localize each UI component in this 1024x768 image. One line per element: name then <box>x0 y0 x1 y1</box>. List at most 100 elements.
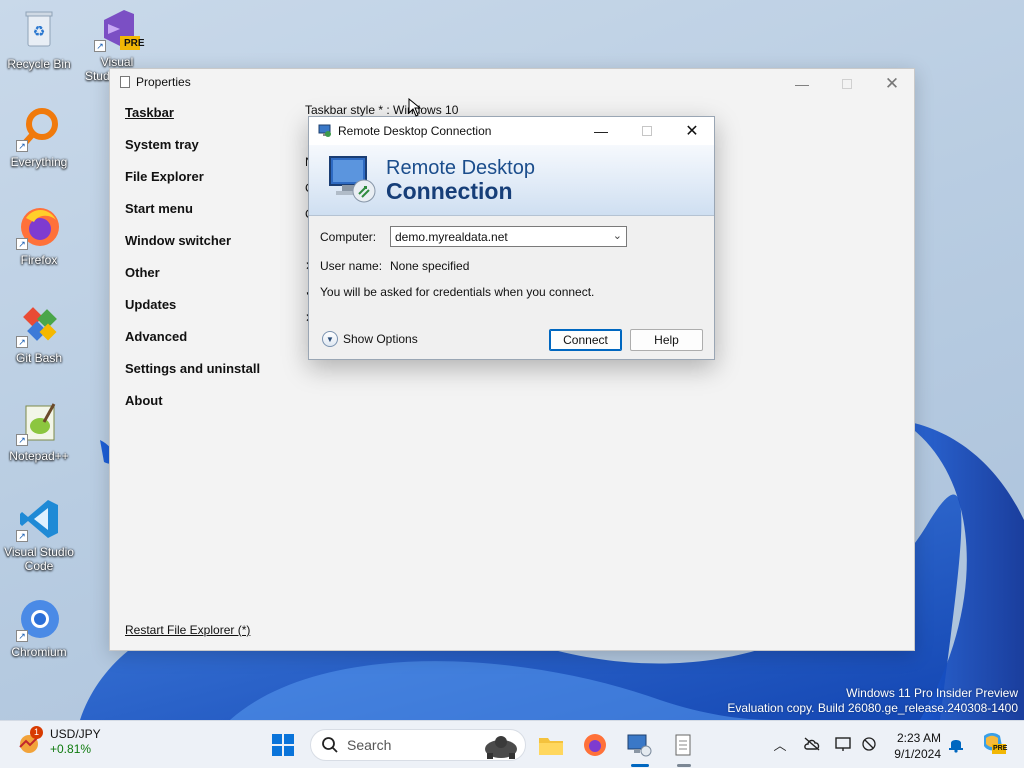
remote-desktop-dialog: Remote Desktop Connection — ✕ Remote Des… <box>308 116 715 360</box>
chevron-down-icon[interactable]: ⌄ <box>613 229 622 242</box>
shortcut-arrow-icon: ↗ <box>16 238 28 250</box>
notifications-button[interactable] <box>945 733 967 755</box>
rdp-body: Computer: demo.myrealdata.net ⌄ User nam… <box>309 216 714 359</box>
windows-logo-icon <box>272 734 294 756</box>
taskbar-firefox[interactable] <box>579 729 611 761</box>
notification-badge: 1 <box>30 726 43 739</box>
nav-item-file-explorer[interactable]: File Explorer <box>125 169 260 201</box>
close-button[interactable]: ✕ <box>870 71 914 97</box>
credentials-info: You will be asked for credentials when y… <box>320 285 595 299</box>
rdp-close-button[interactable]: ✕ <box>669 117 715 145</box>
minimize-icon: — <box>795 76 809 92</box>
nav-item-about[interactable]: About <box>125 393 260 425</box>
weather-widget[interactable]: 1 USD/JPY +0.81% <box>16 726 101 757</box>
desktop-icon-label: Chromium <box>11 645 67 659</box>
search-icon <box>322 737 338 753</box>
rdp-banner-title-line1: Remote Desktop <box>386 157 535 179</box>
username-value: None specified <box>390 259 470 273</box>
bell-icon <box>949 740 963 753</box>
desktop-icon-chromium[interactable]: ↗ Chromium <box>2 596 76 659</box>
desktop-icon-visual-studio-code[interactable]: ↗ Visual Studio Code <box>2 496 76 573</box>
show-hidden-icons-button[interactable]: ︿ <box>769 733 791 755</box>
nav-item-system-tray[interactable]: System tray <box>125 137 260 169</box>
taskbar-style-setting[interactable]: Taskbar style * : Windows 10 <box>305 103 458 117</box>
mouse-cursor-icon <box>408 98 422 117</box>
nav-item-updates[interactable]: Updates <box>125 297 260 329</box>
clock-time: 2:23 AM <box>896 731 941 745</box>
close-icon: ✕ <box>884 74 900 93</box>
search-placeholder: Search <box>347 737 392 753</box>
remote-desktop-icon <box>318 124 331 137</box>
shortcut-arrow-icon: ↗ <box>16 434 28 446</box>
restart-file-explorer-link[interactable]: Restart File Explorer (*) <box>125 623 250 637</box>
chevron-up-icon: ︿ <box>773 737 787 753</box>
running-indicator <box>631 764 649 767</box>
document-icon <box>675 734 691 756</box>
vscode-icon: ↗ <box>16 496 62 542</box>
widget-ticker: USD/JPY <box>50 727 101 741</box>
desktop-icon-git-bash[interactable]: ↗ Git Bash <box>2 302 76 365</box>
close-icon: ✕ <box>685 123 699 140</box>
desktop-icon-everything[interactable]: ↗ Everything <box>2 106 76 169</box>
nav-item-taskbar[interactable]: Taskbar <box>125 105 260 137</box>
help-button[interactable]: Help <box>630 329 703 351</box>
speaker-muted-icon <box>862 737 876 751</box>
taskbar-remote-desktop[interactable] <box>623 729 655 761</box>
desktop-icon-label: Everything <box>10 155 68 169</box>
desktop-icon-firefox[interactable]: ↗ Firefox <box>2 204 76 267</box>
desktop-icon-label: Visual Studio Code <box>4 545 74 573</box>
desktop-icon-label: Recycle Bin <box>7 57 71 71</box>
display-tray-icon[interactable] <box>833 733 855 755</box>
market-widget-icon: 1 <box>16 726 43 755</box>
shortcut-arrow-icon: ↗ <box>16 630 28 642</box>
shortcut-arrow-icon: ↗ <box>16 336 28 348</box>
volume-tray-icon[interactable] <box>859 733 881 755</box>
nav-item-advanced[interactable]: Advanced <box>125 329 260 361</box>
start-button[interactable] <box>267 729 299 761</box>
desktop-icon-label: Notepad++ <box>9 449 69 463</box>
minimize-icon: — <box>594 123 608 139</box>
desktop-icon-notepad-plus-plus[interactable]: ↗ Notepad++ <box>2 400 76 463</box>
computer-combobox[interactable]: demo.myrealdata.net ⌄ <box>390 226 627 247</box>
username-label: User name: <box>320 259 383 273</box>
recycle-bin-icon: ♻ <box>16 8 62 54</box>
nav-item-settings-and-uninstall[interactable]: Settings and uninstall <box>125 361 260 393</box>
folder-icon <box>539 738 563 755</box>
properties-nav: Taskbar System tray File Explorer Start … <box>125 105 260 425</box>
firefox-icon <box>584 734 606 756</box>
taskbar: 1 USD/JPY +0.81% Search ︿ 2:23 AM 9/1/20… <box>0 720 1024 768</box>
nav-item-other[interactable]: Other <box>125 265 260 297</box>
svg-text:♻: ♻ <box>33 24 46 40</box>
copilot-button[interactable]: PRE <box>980 730 1008 756</box>
copilot-pre-badge: PRE <box>993 745 1008 752</box>
taskbar-properties-app[interactable] <box>667 729 699 761</box>
notepad-plus-plus-icon: ↗ <box>16 400 62 446</box>
connect-button[interactable]: Connect <box>549 329 622 351</box>
monitor-icon <box>835 737 851 751</box>
firefox-icon: ↗ <box>16 204 62 250</box>
show-options-button[interactable]: ▼ Show Options <box>322 331 418 347</box>
maximize-button[interactable] <box>825 71 869 97</box>
network-status[interactable] <box>801 733 823 755</box>
minimize-button[interactable]: — <box>780 71 824 97</box>
desktop-icon-label: Git Bash <box>15 351 63 365</box>
taskbar-file-explorer[interactable] <box>535 729 567 761</box>
taskbar-clock[interactable]: 2:23 AM 9/1/2024 <box>885 730 941 762</box>
nav-item-start-menu[interactable]: Start menu <box>125 201 260 233</box>
chromium-icon: ↗ <box>16 596 62 642</box>
shortcut-arrow-icon: ↗ <box>16 530 28 542</box>
window-title: Properties <box>136 75 191 89</box>
rdp-maximize-button[interactable] <box>624 117 670 145</box>
rdp-window-title: Remote Desktop Connection <box>338 124 492 138</box>
desktop-icon-recycle-bin[interactable]: ♻ Recycle Bin <box>2 8 76 71</box>
shortcut-arrow-icon: ↗ <box>94 40 106 52</box>
show-options-label: Show Options <box>343 332 418 346</box>
maximize-icon <box>642 126 652 136</box>
running-indicator <box>677 764 691 767</box>
taskbar-search[interactable]: Search <box>310 729 526 761</box>
rdp-minimize-button[interactable]: — <box>578 117 624 145</box>
nav-item-window-switcher[interactable]: Window switcher <box>125 233 260 265</box>
properties-titlebar[interactable]: Properties <box>120 75 191 89</box>
rdp-titlebar[interactable]: Remote Desktop Connection — ✕ <box>309 117 714 145</box>
widget-change: +0.81% <box>50 742 92 756</box>
